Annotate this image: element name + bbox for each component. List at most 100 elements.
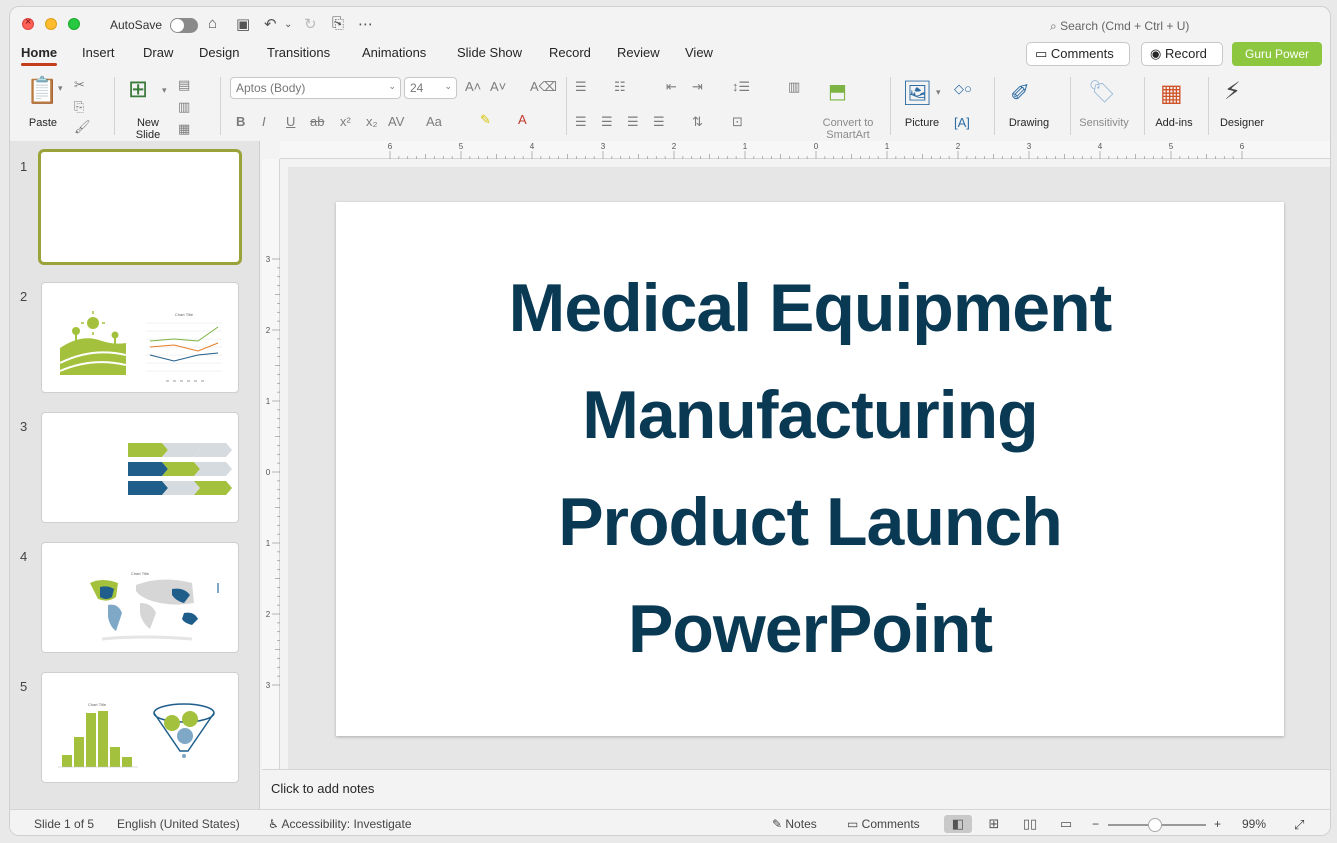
- close-window-button[interactable]: [22, 16, 34, 30]
- more-options-icon[interactable]: ⋯: [358, 15, 373, 33]
- horizontal-ruler: 6 5 4 3 2 1 0 1 2 3 4 5 6: [280, 141, 1330, 159]
- tab-design[interactable]: Design: [199, 45, 239, 60]
- current-slide[interactable]: Medical Equipment Manufacturing Product …: [336, 202, 1284, 736]
- minimize-window-button[interactable]: [45, 18, 57, 30]
- layout-icon[interactable]: ▤: [178, 77, 190, 93]
- slide-thumbnail-3[interactable]: [41, 412, 239, 523]
- highlight-icon[interactable]: ✎: [480, 112, 491, 128]
- notes-pane[interactable]: Click to add notes: [262, 769, 1330, 809]
- comments-toggle[interactable]: ▭ Comments: [847, 817, 920, 831]
- slideshow-view-button[interactable]: ▭: [1052, 815, 1080, 833]
- increase-indent-icon[interactable]: ⇥: [692, 79, 703, 95]
- zoom-level[interactable]: 99%: [1242, 817, 1266, 831]
- undo-icon[interactable]: ↶: [264, 15, 277, 33]
- decrease-font-icon[interactable]: A˅: [490, 79, 506, 94]
- redo-icon[interactable]: ↻: [304, 15, 317, 33]
- font-size-select[interactable]: 24 ⌄: [404, 77, 457, 99]
- bullets-icon[interactable]: ☰: [575, 79, 587, 95]
- reading-view-button[interactable]: ▯▯: [1016, 815, 1044, 833]
- customize-icon[interactable]: ⎘: [332, 15, 344, 32]
- app-window: AutoSave ⌂ ▣ ↶ ⌄ ↻ ⎘ ⋯ ⌕ Search (Cmd + C…: [9, 6, 1331, 836]
- slide-thumbnail-5[interactable]: Chart Title: [41, 672, 239, 783]
- new-slide-icon[interactable]: ⊞: [128, 75, 148, 104]
- section-icon[interactable]: ▦: [178, 121, 190, 137]
- slide-thumbnail-4[interactable]: Chart Title: [41, 542, 239, 653]
- slide-thumbnail-1[interactable]: [38, 149, 242, 265]
- increase-font-icon[interactable]: A˄: [465, 79, 481, 94]
- tab-transitions[interactable]: Transitions: [267, 45, 330, 60]
- ruler-label: 4: [1098, 142, 1103, 151]
- decrease-indent-icon[interactable]: ⇤: [666, 79, 677, 95]
- guru-power-button[interactable]: Guru Power: [1232, 42, 1322, 66]
- notes-toggle-label: Notes: [785, 817, 817, 831]
- fit-to-window-icon[interactable]: ⤢: [1294, 817, 1304, 833]
- columns-icon[interactable]: ▥: [788, 79, 800, 95]
- notes-toggle[interactable]: ✎ Notes: [772, 817, 817, 831]
- text-direction-icon[interactable]: ⇅: [692, 114, 703, 130]
- cut-icon[interactable]: ✂: [74, 77, 85, 93]
- maximize-window-button[interactable]: [68, 18, 80, 30]
- picture-dropdown-icon[interactable]: ▾: [936, 87, 941, 98]
- slide-title[interactable]: Medical Equipment Manufacturing Product …: [360, 255, 1260, 683]
- picture-icon[interactable]: 🖼: [902, 79, 932, 108]
- new-slide-dropdown-icon[interactable]: ▾: [162, 85, 167, 96]
- tab-insert[interactable]: Insert: [82, 45, 115, 60]
- home-icon[interactable]: ⌂: [208, 15, 217, 32]
- comments-button[interactable]: ▭ Comments: [1026, 42, 1130, 66]
- paste-icon[interactable]: 📋: [26, 75, 58, 106]
- tab-home[interactable]: Home: [21, 45, 58, 66]
- italic-icon[interactable]: I: [262, 114, 266, 129]
- font-name-select[interactable]: Aptos (Body) ⌄: [230, 77, 401, 99]
- zoom-out-button[interactable]: −: [1092, 817, 1099, 831]
- reset-icon[interactable]: ▥: [178, 99, 190, 115]
- new-slide-label: New Slide: [135, 117, 161, 141]
- tab-slide-show[interactable]: Slide Show: [457, 45, 522, 60]
- accessibility-status[interactable]: ♿ Accessibility: Investigate: [268, 817, 412, 831]
- undo-dropdown-icon[interactable]: ⌄: [284, 19, 292, 30]
- record-button[interactable]: ◉ Record: [1141, 42, 1223, 66]
- normal-view-button[interactable]: ◧: [944, 815, 972, 833]
- smartart-icon[interactable]: ⬒: [828, 79, 847, 104]
- tab-animations[interactable]: Animations: [362, 45, 426, 60]
- superscript-icon[interactable]: x²: [340, 114, 351, 129]
- tab-review[interactable]: Review: [617, 45, 660, 60]
- designer-icon[interactable]: ⚡: [1224, 77, 1241, 106]
- change-case-icon[interactable]: Aa: [426, 114, 442, 129]
- copy-icon[interactable]: ⎘: [74, 99, 84, 115]
- justify-icon[interactable]: ☰: [653, 114, 665, 130]
- text-box-icon[interactable]: [A]: [954, 115, 970, 130]
- sensitivity-icon[interactable]: 🏷: [1088, 79, 1116, 105]
- autosave-toggle[interactable]: [170, 18, 198, 33]
- tab-view[interactable]: View: [685, 45, 713, 60]
- align-text-icon[interactable]: ⊡: [732, 114, 743, 130]
- line-spacing-icon[interactable]: ↕☰: [732, 79, 750, 95]
- shapes-icon[interactable]: ◇○: [954, 81, 972, 97]
- align-center-icon[interactable]: ☰: [601, 114, 613, 130]
- zoom-slider-handle[interactable]: [1148, 818, 1162, 832]
- numbering-icon[interactable]: ☷: [614, 79, 626, 95]
- drawing-icon[interactable]: ✐: [1010, 79, 1030, 108]
- paste-dropdown-icon[interactable]: ▾: [58, 83, 63, 94]
- slide-thumbnail-2[interactable]: Chart Title: [41, 282, 239, 393]
- subscript-icon[interactable]: x₂: [366, 114, 378, 129]
- record-button-label: Record: [1164, 46, 1207, 61]
- zoom-in-button[interactable]: +: [1214, 817, 1221, 831]
- slide-sorter-button[interactable]: ⊞: [980, 815, 1008, 833]
- add-ins-icon[interactable]: ▦: [1160, 79, 1183, 108]
- bold-icon[interactable]: B: [236, 114, 245, 129]
- clear-format-icon[interactable]: A⌫: [530, 79, 557, 95]
- format-painter-icon[interactable]: 🖌: [74, 119, 91, 135]
- title-line-4: PowerPoint: [627, 591, 993, 667]
- tab-draw[interactable]: Draw: [143, 45, 173, 60]
- language-status[interactable]: English (United States): [117, 817, 240, 831]
- align-right-icon[interactable]: ☰: [627, 114, 639, 130]
- strikethrough-icon[interactable]: ab: [310, 114, 324, 129]
- align-left-icon[interactable]: ☰: [575, 114, 587, 130]
- underline-icon[interactable]: U: [286, 114, 295, 129]
- font-color-icon[interactable]: A: [518, 112, 527, 127]
- search-box[interactable]: ⌕ Search (Cmd + Ctrl + U): [1050, 19, 1189, 34]
- tab-record[interactable]: Record: [549, 45, 591, 60]
- comment-icon: ▭: [847, 817, 862, 831]
- character-spacing-icon[interactable]: AV: [388, 114, 404, 129]
- save-icon[interactable]: ▣: [236, 15, 250, 33]
